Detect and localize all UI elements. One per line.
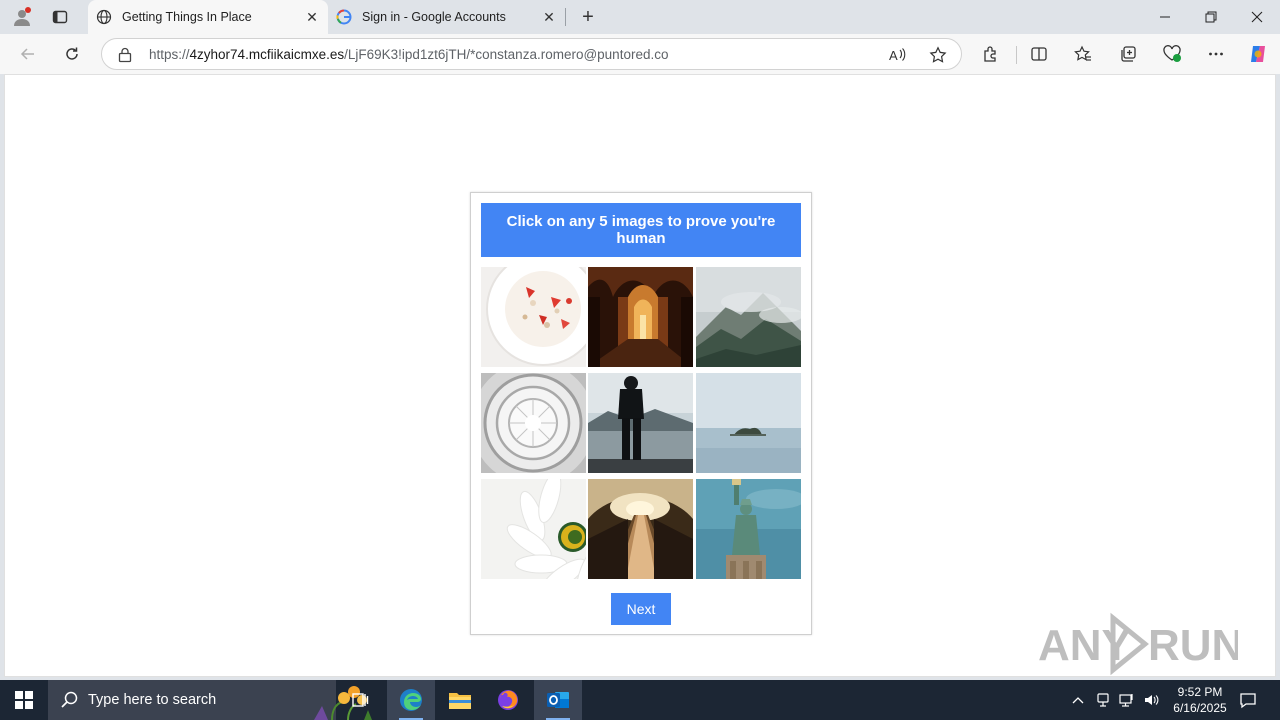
tab-title: Getting Things In Place — [122, 10, 252, 24]
toolbar-divider — [1016, 46, 1017, 64]
url-text: https://4zyhor74.mcfiikaicmxe.es/LjF69K3… — [149, 47, 668, 62]
tab-strip: Getting Things In Place ✕ Sign in - Goog… — [0, 0, 1280, 34]
close-tab-icon[interactable]: ✕ — [302, 7, 322, 27]
edge-taskbar-icon[interactable] — [387, 680, 435, 720]
refresh-button[interactable] — [58, 41, 86, 67]
volume-icon[interactable] — [1141, 680, 1161, 720]
task-view-icon[interactable] — [336, 680, 384, 720]
page-viewport: Click on any 5 images to prove you're hu… — [4, 74, 1276, 677]
clock-date: 6/16/2025 — [1173, 701, 1227, 715]
svg-text:A: A — [889, 48, 898, 63]
collections-icon[interactable] — [1116, 42, 1140, 66]
tab-title: Sign in - Google Accounts — [362, 10, 506, 24]
url-path: /LjF69K3!ipd1zt6jTH/*constanza.romero@pu… — [344, 47, 669, 62]
captcha-image-atrium[interactable] — [481, 373, 586, 473]
device-icon[interactable] — [1094, 680, 1112, 720]
url-host: 4zyhor74.mcfiikaicmxe.es — [189, 47, 345, 62]
captcha-heading: Click on any 5 images to prove you're hu… — [481, 203, 801, 257]
favorite-star-icon[interactable] — [927, 44, 949, 66]
search-icon — [60, 690, 80, 710]
copilot-icon[interactable] — [1246, 42, 1270, 66]
profile-icon[interactable] — [9, 5, 35, 29]
split-screen-icon[interactable] — [1027, 42, 1051, 66]
google-icon — [336, 9, 352, 25]
captcha-image-escalator[interactable] — [588, 479, 693, 579]
browser-toolbar: https://4zyhor74.mcfiikaicmxe.es/LjF69K3… — [0, 34, 1280, 74]
captcha-image-statue-of-liberty[interactable] — [696, 479, 801, 579]
captcha-box: Click on any 5 images to prove you're hu… — [470, 192, 812, 635]
settings-more-icon[interactable] — [1204, 42, 1228, 66]
search-placeholder: Type here to search — [88, 692, 217, 708]
next-button[interactable]: Next — [611, 593, 671, 625]
outlook-icon[interactable] — [534, 680, 582, 720]
site-info-icon[interactable] — [116, 46, 134, 64]
captcha-image-yogurt[interactable] — [481, 267, 586, 367]
captcha-image-daisy[interactable] — [481, 479, 586, 579]
address-bar[interactable]: https://4zyhor74.mcfiikaicmxe.es/LjF69K3… — [101, 38, 962, 70]
tab-google-sign-in[interactable]: Sign in - Google Accounts ✕ — [328, 0, 565, 34]
restore-button[interactable] — [1188, 0, 1234, 34]
globe-icon — [96, 9, 112, 25]
firefox-icon[interactable] — [484, 680, 532, 720]
captcha-image-grid — [481, 267, 801, 579]
taskbar-search[interactable]: Type here to search — [48, 680, 372, 720]
clock-time: 9:52 PM — [1177, 685, 1223, 699]
tab-getting-things[interactable]: Getting Things In Place ✕ — [88, 0, 328, 34]
file-explorer-icon[interactable] — [436, 680, 484, 720]
extensions-icon[interactable] — [979, 42, 1003, 66]
captcha-image-lake-person[interactable] — [588, 373, 693, 473]
back-button[interactable] — [14, 41, 42, 67]
new-tab-button[interactable]: + — [575, 5, 601, 29]
tab-actions-icon[interactable] — [47, 5, 73, 29]
browser-essentials-icon[interactable] — [1160, 42, 1184, 66]
tab-divider — [565, 8, 566, 26]
svg-text:ANY: ANY — [1038, 621, 1131, 670]
start-button[interactable] — [0, 680, 48, 720]
taskbar: Type here to search 9:52 PM 6/16/2025 — [0, 680, 1280, 720]
show-hidden-icons-chevron-icon[interactable] — [1068, 680, 1088, 720]
watermark-logo: ANY RUN — [1038, 610, 1243, 680]
taskbar-clock[interactable]: 9:52 PM 6/16/2025 — [1160, 684, 1240, 716]
network-icon[interactable] — [1117, 680, 1137, 720]
close-tab-icon[interactable]: ✕ — [539, 7, 559, 27]
svg-text:RUN: RUN — [1148, 621, 1238, 670]
captcha-image-corridor[interactable] — [588, 267, 693, 367]
captcha-image-mountain[interactable] — [696, 267, 801, 367]
notification-icon[interactable] — [1236, 680, 1260, 720]
url-prefix: https:// — [149, 47, 190, 62]
close-window-button[interactable] — [1234, 0, 1280, 34]
captcha-image-island[interactable] — [696, 373, 801, 473]
minimize-button[interactable] — [1142, 0, 1188, 34]
favorites-icon[interactable] — [1071, 42, 1095, 66]
read-aloud-icon[interactable]: A — [887, 44, 909, 66]
